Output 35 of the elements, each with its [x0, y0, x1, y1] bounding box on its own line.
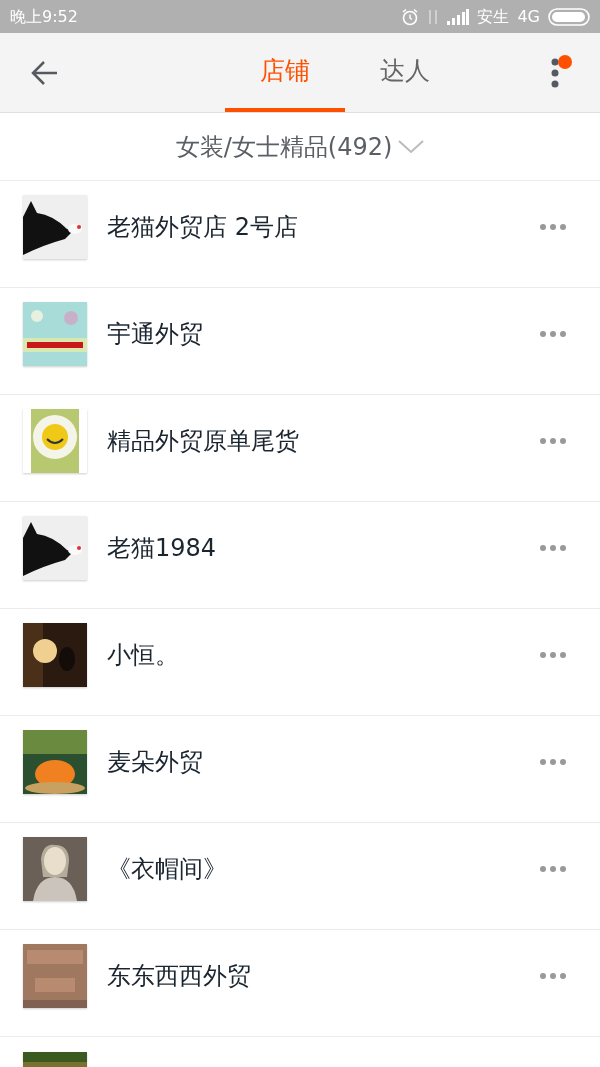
shop-name: 东东西西外贸 — [107, 961, 251, 992]
more-icon — [540, 545, 566, 551]
shop-row[interactable]: 老猫1984 — [0, 502, 600, 609]
alarm-icon — [401, 7, 420, 26]
battery-icon — [548, 7, 590, 26]
status-time: 晚上9:52 — [10, 5, 78, 28]
signal-icon — [447, 8, 470, 25]
shop-name: 《衣帽间》 — [107, 854, 227, 885]
back-icon — [31, 59, 59, 86]
more-icon — [540, 866, 566, 872]
shop-name: 老猫1984 — [107, 533, 217, 564]
tab[interactable]: 达人 — [345, 33, 465, 112]
shop-row[interactable]: 东东西西外贸 — [0, 930, 600, 1037]
more-icon — [540, 224, 566, 230]
more-icon — [540, 438, 566, 444]
shop-row[interactable]: 精品外贸原单尾货 — [0, 395, 600, 502]
shop-row[interactable]: 宇通外贸 — [0, 288, 600, 395]
carrier-label: 安生 — [477, 5, 510, 28]
more-icon — [540, 973, 566, 979]
shop-row[interactable]: 麦朵外贸 — [0, 716, 600, 823]
shop-row[interactable]: 小恒。 — [0, 609, 600, 716]
shop-row[interactable]: 《衣帽间》 — [0, 823, 600, 930]
category-dropdown[interactable]: 女装/女士精品(492) — [0, 113, 600, 181]
shop-name: 小恒。 — [107, 640, 179, 671]
shop-name: 老猫外贸店 2号店 — [107, 212, 298, 243]
shop-name: 麦朵外贸 — [107, 747, 203, 778]
shop-row[interactable]: 老猫外贸店 2号店 — [0, 181, 600, 288]
shop-name: 宇通外贸 — [107, 319, 203, 350]
chevron-down-icon — [398, 139, 425, 154]
more-icon — [540, 759, 566, 765]
more-icon — [540, 652, 566, 658]
shop-name: 精品外贸原单尾货 — [107, 426, 299, 457]
network-label: 4G — [517, 5, 540, 28]
more-icon — [540, 331, 566, 337]
more-vertical-icon — [551, 57, 559, 88]
